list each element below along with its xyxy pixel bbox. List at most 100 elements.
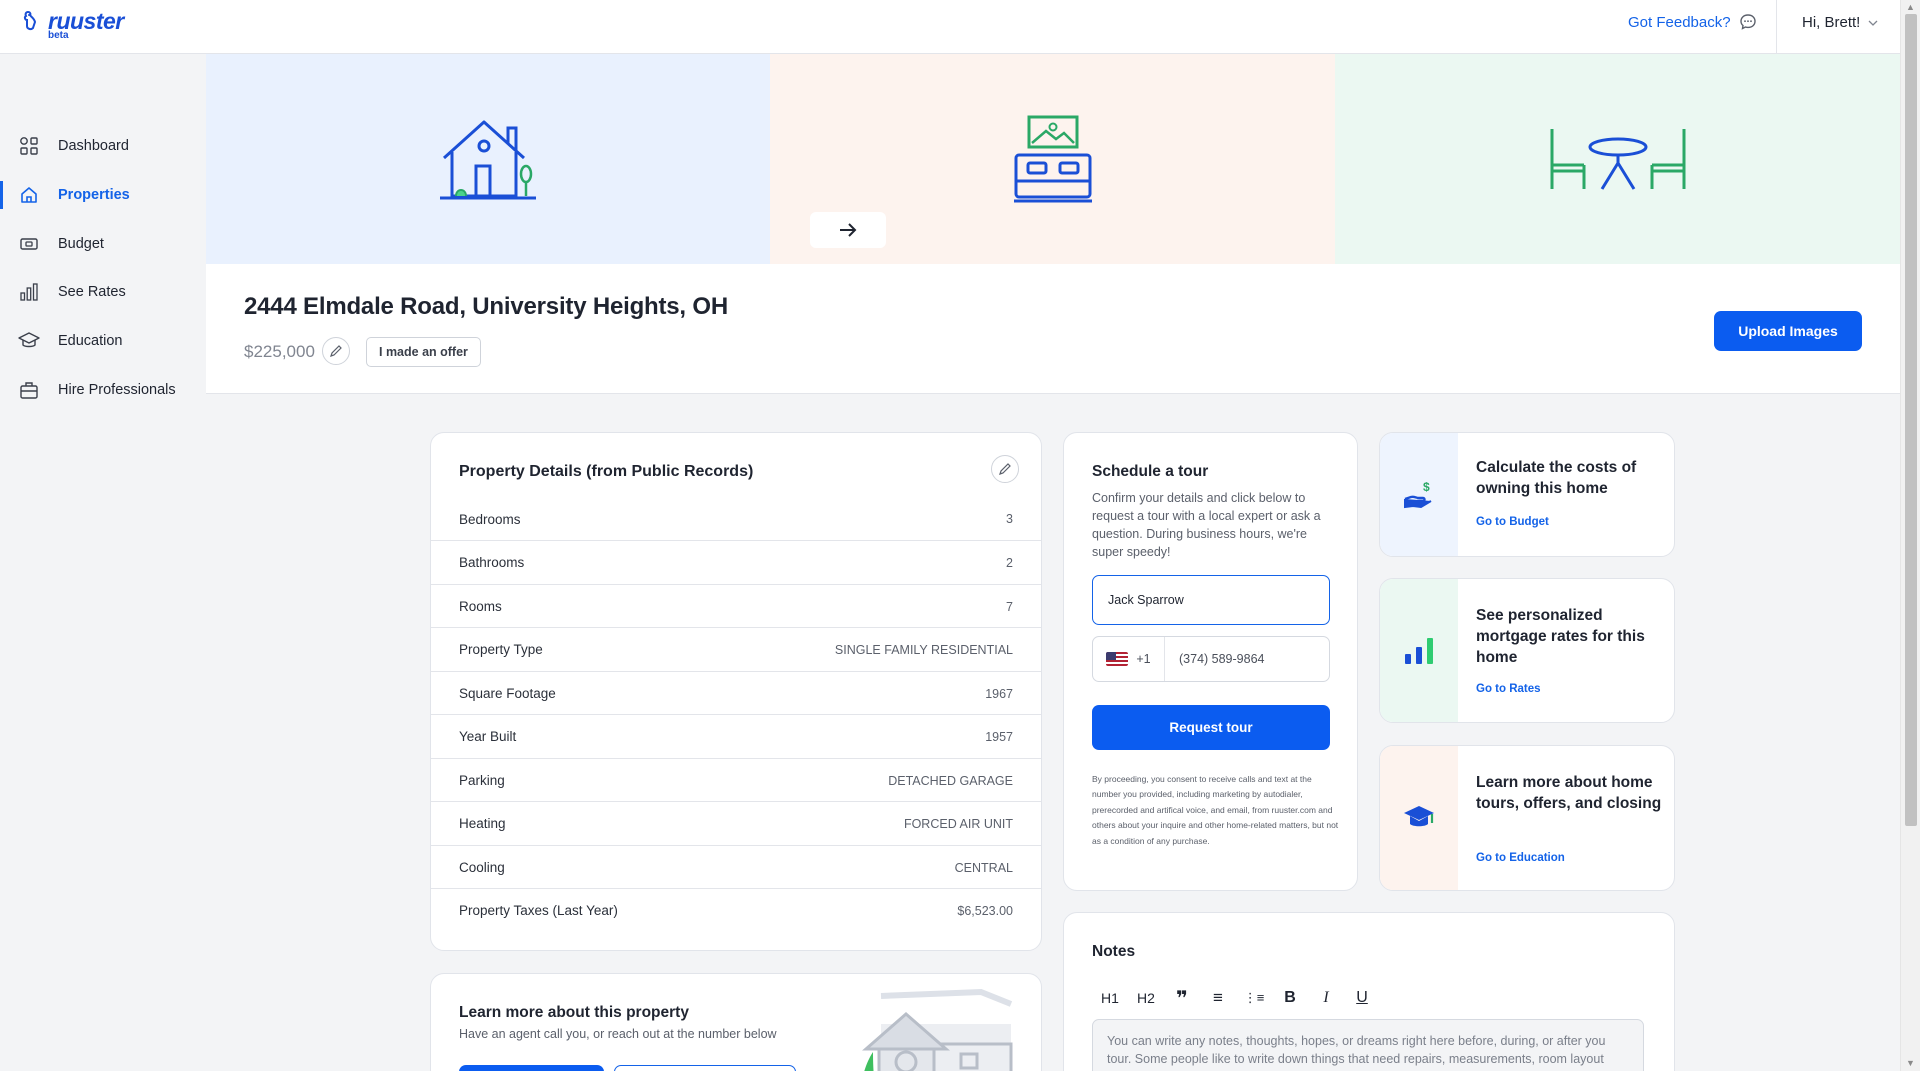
- tour-description: Confirm your details and click below to …: [1092, 491, 1321, 559]
- detail-label: Cooling: [459, 860, 505, 875]
- bar-chart-icon: [18, 281, 40, 303]
- detail-label: Property Taxes (Last Year): [459, 903, 618, 918]
- tour-title: Schedule a tour: [1092, 463, 1209, 480]
- sidebar-item-label: Hire Professionals: [58, 382, 176, 398]
- property-address: 2444 Elmdale Road, University Heights, O…: [244, 293, 728, 320]
- us-flag-icon: [1106, 652, 1129, 666]
- detail-value: SINGLE FAMILY RESIDENTIAL: [834, 642, 1013, 657]
- upload-images-button[interactable]: Upload Images: [1714, 311, 1862, 351]
- numbered-list-button[interactable]: ⋮≡: [1236, 985, 1272, 1011]
- sidebar-item-label: See Rates: [58, 284, 126, 300]
- page-scrollbar[interactable]: ▲ ▼: [1900, 0, 1920, 1071]
- budget-cta-card[interactable]: $ Calculate the costs of owning this hom…: [1379, 432, 1675, 557]
- country-code-select[interactable]: +1: [1093, 637, 1165, 681]
- hero-panel-dining[interactable]: [1335, 54, 1900, 264]
- go-to-education-link[interactable]: Go to Education: [1476, 852, 1565, 864]
- house-photo-illustration: [862, 988, 1013, 1071]
- feedback-link[interactable]: Got Feedback?: [1628, 13, 1757, 31]
- detail-label: Square Footage: [459, 686, 556, 701]
- consent-text: By proceeding, you consent to receive ca…: [1092, 774, 1339, 846]
- bold-button[interactable]: B: [1272, 985, 1308, 1011]
- detail-row-square-footage: Square Footage 1967: [431, 671, 1041, 715]
- sidebar-item-label: Budget: [58, 236, 104, 252]
- go-to-budget-link[interactable]: Go to Budget: [1476, 516, 1549, 528]
- sidebar-item-dashboard[interactable]: Dashboard: [0, 126, 206, 166]
- beta-badge: beta: [48, 30, 69, 41]
- learn-subtitle: Have an agent call you, or reach out at …: [459, 1027, 777, 1041]
- phone-number-value[interactable]: (374) 589-9864: [1165, 652, 1264, 666]
- request-tour-button[interactable]: Request tour: [1092, 705, 1330, 750]
- detail-row-property-type: Property Type SINGLE FAMILY RESIDENTIAL: [431, 627, 1041, 671]
- briefcase-icon: [18, 379, 40, 401]
- detail-label: Rooms: [459, 599, 502, 614]
- sidebar-item-see-rates[interactable]: See Rates: [0, 272, 206, 312]
- sidebar-item-label: Properties: [58, 187, 130, 203]
- phone-field[interactable]: +1 (374) 589-9864: [1092, 636, 1330, 682]
- italic-button[interactable]: I: [1308, 985, 1344, 1011]
- cta-icon-panel: [1380, 579, 1458, 722]
- detail-label: Bathrooms: [459, 555, 525, 570]
- scroll-thumb[interactable]: [1905, 14, 1917, 826]
- details-title: Property Details (from Public Records): [459, 463, 754, 480]
- detail-row-parking: Parking DETACHED GARAGE: [431, 758, 1041, 802]
- country-code: +1: [1136, 652, 1151, 666]
- blockquote-button[interactable]: ❞: [1164, 985, 1200, 1011]
- heading-1-button[interactable]: H1: [1092, 985, 1128, 1011]
- education-cta-card[interactable]: Learn more about home tours, offers, and…: [1379, 745, 1675, 891]
- call-agent-button[interactable]: [459, 1065, 604, 1071]
- cta-title: See personalized mortgage rates for this…: [1476, 607, 1645, 666]
- sidebar-item-hire-professionals[interactable]: Hire Professionals: [0, 370, 206, 410]
- cta-title: Learn more about home tours, offers, and…: [1476, 774, 1662, 812]
- underline-button[interactable]: U: [1344, 985, 1380, 1011]
- detail-value: $6,523.00: [957, 903, 1013, 918]
- notes-textarea[interactable]: You can write any notes, thoughts, hopes…: [1092, 1019, 1644, 1071]
- rates-cta-card[interactable]: See personalized mortgage rates for this…: [1379, 578, 1675, 723]
- detail-row-property-taxes: Property Taxes (Last Year) $6,523.00: [431, 888, 1041, 932]
- contact-button[interactable]: [614, 1065, 796, 1071]
- grid-icon: [18, 135, 40, 157]
- made-offer-button[interactable]: I made an offer: [366, 337, 481, 367]
- detail-value: 2: [1006, 555, 1013, 570]
- detail-value: 1957: [985, 729, 1013, 744]
- detail-row-rooms: Rooms 7: [431, 584, 1041, 628]
- property-details-card: Property Details (from Public Records) B…: [430, 432, 1042, 951]
- detail-label: Property Type: [459, 642, 543, 657]
- edit-details-button[interactable]: [991, 455, 1019, 483]
- learn-title: Learn more about this property: [459, 1004, 689, 1021]
- table-chairs-illustration-icon: [1550, 129, 1685, 190]
- heading-2-button[interactable]: H2: [1128, 985, 1164, 1011]
- sidebar-item-label: Education: [58, 333, 123, 349]
- svg-text:$: $: [1423, 480, 1430, 494]
- sidebar-item-education[interactable]: Education: [0, 321, 206, 361]
- scroll-down-icon[interactable]: ▼: [1906, 1058, 1915, 1068]
- graduation-cap-icon: [18, 330, 40, 352]
- detail-value: 1967: [985, 686, 1013, 701]
- name-input[interactable]: [1092, 575, 1330, 625]
- go-to-rates-link[interactable]: Go to Rates: [1476, 683, 1541, 695]
- edit-price-button[interactable]: [322, 337, 350, 365]
- sidebar-item-label: Dashboard: [58, 138, 129, 154]
- cta-icon-panel: [1380, 746, 1458, 890]
- detail-value: FORCED AIR UNIT: [903, 816, 1013, 831]
- detail-value: CENTRAL: [954, 860, 1013, 875]
- hero-next-button[interactable]: [810, 212, 886, 248]
- top-header: ruuster beta Got Feedback? Hi, Brett!: [0, 0, 1900, 54]
- graduation-cap-icon: [1404, 806, 1434, 827]
- sidebar-item-budget[interactable]: Budget: [0, 224, 206, 264]
- user-menu[interactable]: Hi, Brett!: [1802, 14, 1878, 31]
- notes-toolbar: H1 H2 ❞ ≡ ⋮≡ B I U: [1092, 985, 1380, 1011]
- cta-title: Calculate the costs of owning this home: [1476, 459, 1637, 497]
- detail-row-bathrooms: Bathrooms 2: [431, 540, 1041, 584]
- ruuster-logo[interactable]: ruuster beta: [22, 8, 124, 41]
- scroll-up-icon[interactable]: ▲: [1906, 2, 1915, 12]
- house-illustration-icon: [440, 120, 536, 200]
- cta-icon-panel: $: [1380, 433, 1458, 556]
- hero-panel-house[interactable]: [206, 54, 770, 264]
- detail-row-bedrooms: Bedrooms 3: [431, 497, 1041, 541]
- bed-illustration-icon: [1013, 115, 1092, 203]
- header-divider: [1776, 0, 1777, 54]
- bullet-list-button[interactable]: ≡: [1200, 985, 1236, 1011]
- detail-label: Parking: [459, 773, 505, 788]
- sidebar-item-properties[interactable]: Properties: [0, 175, 206, 215]
- property-price: $225,000: [244, 342, 315, 361]
